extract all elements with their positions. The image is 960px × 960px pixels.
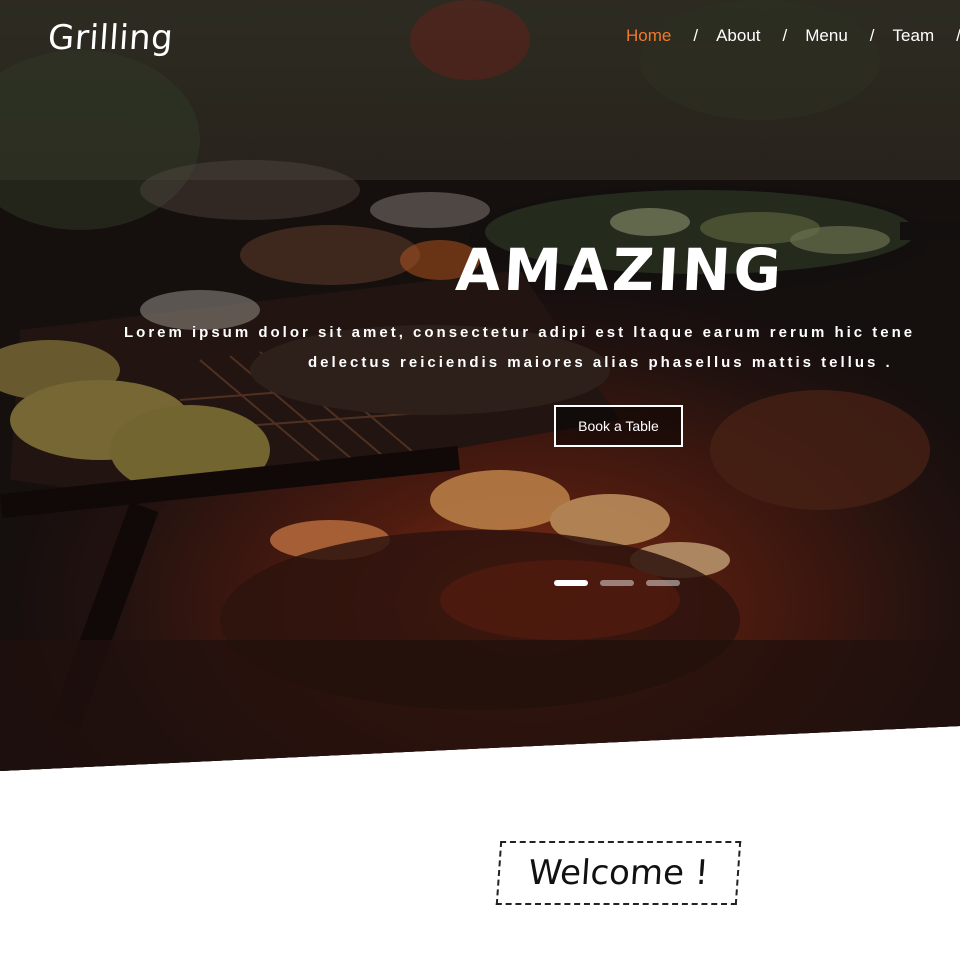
book-table-button[interactable]: Book a Table: [554, 405, 683, 447]
slider-dot-1[interactable]: [554, 580, 588, 586]
slider-dot-3[interactable]: [646, 580, 680, 586]
nav-separator: /: [693, 26, 699, 45]
welcome-heading-text: Welcome !: [527, 853, 710, 893]
welcome-heading: Welcome !: [495, 841, 742, 905]
nav-item-home[interactable]: Home: [626, 26, 671, 46]
page: Grilling Home / About / Menu / Team / AM…: [0, 0, 960, 960]
nav-separator: /: [956, 26, 960, 46]
hero-description-line-2: delectus reiciendis maiores alias phasel…: [308, 354, 893, 371]
hero-description-line-1: Lorem ipsum dolor sit amet, consectetur …: [124, 324, 916, 341]
nav-separator: /: [782, 26, 788, 45]
hero-overlay: [0, 0, 960, 771]
nav-item-menu[interactable]: Menu: [805, 26, 848, 46]
nav-item-about[interactable]: About: [716, 26, 760, 46]
main-nav: Home / About / Menu / Team /: [626, 26, 960, 46]
brand-logo[interactable]: Grilling: [47, 18, 175, 58]
nav-separator: /: [869, 26, 875, 45]
hero-title: AMAZING: [454, 236, 786, 304]
hero-slider: [0, 0, 960, 771]
slider-indicators: [554, 580, 680, 586]
nav-item-team[interactable]: Team: [893, 26, 935, 46]
slider-dot-2[interactable]: [600, 580, 634, 586]
